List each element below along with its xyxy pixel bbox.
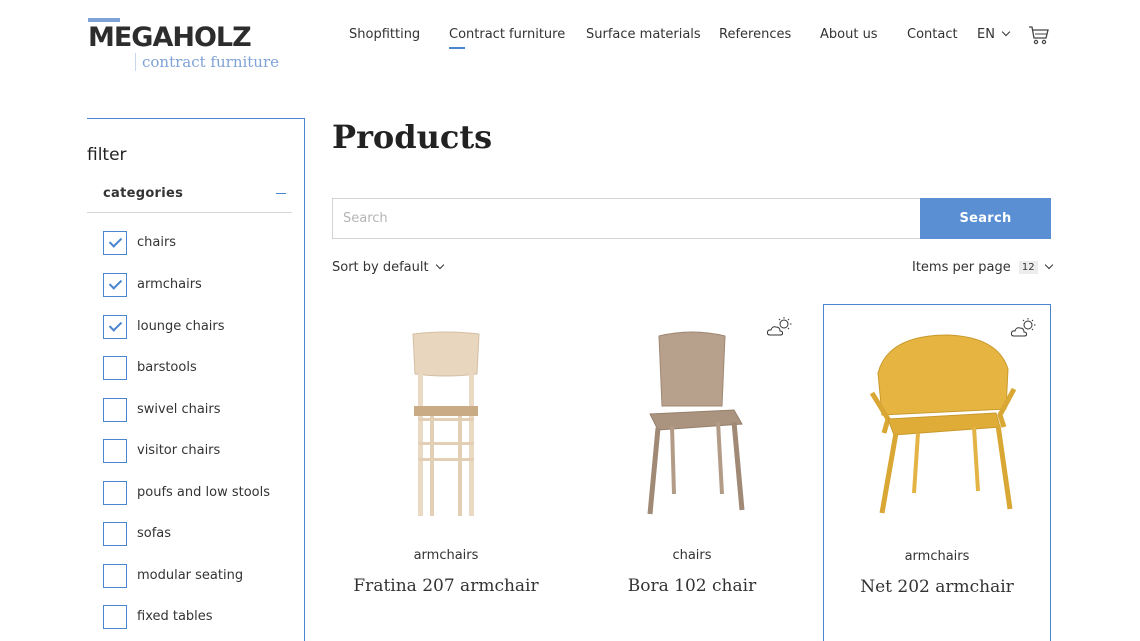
nav-contract-furniture[interactable]: Contract furniture	[449, 27, 565, 49]
checkmark-icon	[108, 318, 123, 332]
product-image-fratina	[412, 331, 480, 516]
category-label: swivel chairs	[137, 402, 221, 417]
category-label: armchairs	[137, 277, 202, 292]
chevron-down-icon	[435, 260, 444, 270]
search-input[interactable]	[332, 198, 921, 239]
logo[interactable]: MEGAHOLZ contract furniture	[88, 18, 288, 74]
checkbox-modular-seating[interactable]	[103, 564, 127, 588]
filter-sidebar: filter categories chairs armchairs loung…	[87, 118, 305, 641]
nav-references[interactable]: References	[719, 27, 791, 42]
category-label: fixed tables	[137, 609, 213, 624]
nav-contact[interactable]: Contact	[907, 27, 958, 42]
sort-label: Sort by default	[332, 260, 429, 275]
nav-shopfitting[interactable]: Shopfitting	[349, 27, 420, 42]
collapse-minus-icon[interactable]	[276, 193, 286, 194]
chevron-down-icon	[1001, 27, 1011, 37]
page-title: Products	[332, 118, 493, 156]
items-per-page-dropdown[interactable]: Items per page 12	[912, 260, 1053, 275]
search-button[interactable]: Search	[920, 198, 1051, 239]
product-name[interactable]: Net 202 armchair	[824, 577, 1050, 597]
nav-surface-materials[interactable]: Surface materials	[586, 27, 701, 42]
category-label: barstools	[137, 360, 197, 375]
checkbox-swivel-chairs[interactable]	[103, 398, 127, 422]
product-image-bora	[647, 331, 745, 515]
nav-about-us[interactable]: About us	[820, 27, 878, 42]
category-item-sofas[interactable]: sofas	[103, 522, 293, 546]
language-label: EN	[977, 27, 995, 42]
cart-icon[interactable]	[1028, 24, 1050, 46]
checkbox-chairs[interactable]	[103, 231, 127, 255]
product-category: armchairs	[413, 548, 479, 563]
category-item-swivel-chairs[interactable]: swivel chairs	[103, 398, 293, 422]
product-card[interactable]: armchairs Net 202 armchair	[823, 304, 1051, 641]
category-label: chairs	[137, 235, 177, 250]
category-item-chairs[interactable]: chairs	[103, 231, 293, 255]
category-label: poufs and low stools	[137, 485, 271, 500]
checkbox-fixed-tables[interactable]	[103, 605, 127, 629]
checkbox-lounge-chairs[interactable]	[103, 315, 127, 339]
category-item-barstools[interactable]: barstools	[103, 356, 293, 380]
product-name[interactable]: Bora 102 chair	[578, 576, 806, 596]
filter-title: filter	[87, 145, 127, 165]
category-item-visitor-chairs[interactable]: visitor chairs	[103, 439, 293, 463]
product-category: chairs	[672, 548, 712, 563]
sort-dropdown[interactable]: Sort by default	[332, 260, 444, 275]
category-label: lounge chairs	[137, 319, 225, 334]
category-label: modular seating	[137, 568, 244, 583]
categories-toggle[interactable]: categories	[87, 179, 292, 213]
language-selector[interactable]: EN	[977, 27, 1011, 42]
checkbox-barstools[interactable]	[103, 356, 127, 380]
logo-wordmark: MEGAHOLZ	[88, 22, 252, 53]
product-image-net	[869, 334, 1017, 514]
checkbox-sofas[interactable]	[103, 522, 127, 546]
category-item-modular-seating[interactable]: modular seating	[103, 564, 293, 588]
product-name[interactable]: Fratina 207 armchair	[332, 576, 560, 596]
checkbox-poufs[interactable]	[103, 481, 127, 505]
checkmark-icon	[108, 234, 123, 248]
chevron-down-icon	[1044, 260, 1053, 270]
product-category: armchairs	[904, 549, 970, 564]
logo-tagline: contract furniture	[135, 53, 279, 71]
category-item-lounge-chairs[interactable]: lounge chairs	[103, 315, 293, 339]
category-item-armchairs[interactable]: armchairs	[103, 273, 293, 297]
checkbox-visitor-chairs[interactable]	[103, 439, 127, 463]
product-card[interactable]: chairs Bora 102 chair	[578, 304, 806, 641]
checkmark-icon	[108, 276, 123, 290]
category-label: visitor chairs	[137, 443, 221, 458]
category-item-poufs[interactable]: poufs and low stools	[103, 481, 293, 505]
items-per-page-label: Items per page	[912, 260, 1011, 275]
categories-label: categories	[103, 186, 184, 201]
items-per-page-value: 12	[1018, 261, 1038, 274]
product-card[interactable]: armchairs Fratina 207 armchair	[332, 304, 560, 641]
category-item-fixed-tables[interactable]: fixed tables	[103, 605, 293, 629]
category-label: sofas	[137, 526, 172, 541]
checkbox-armchairs[interactable]	[103, 273, 127, 297]
